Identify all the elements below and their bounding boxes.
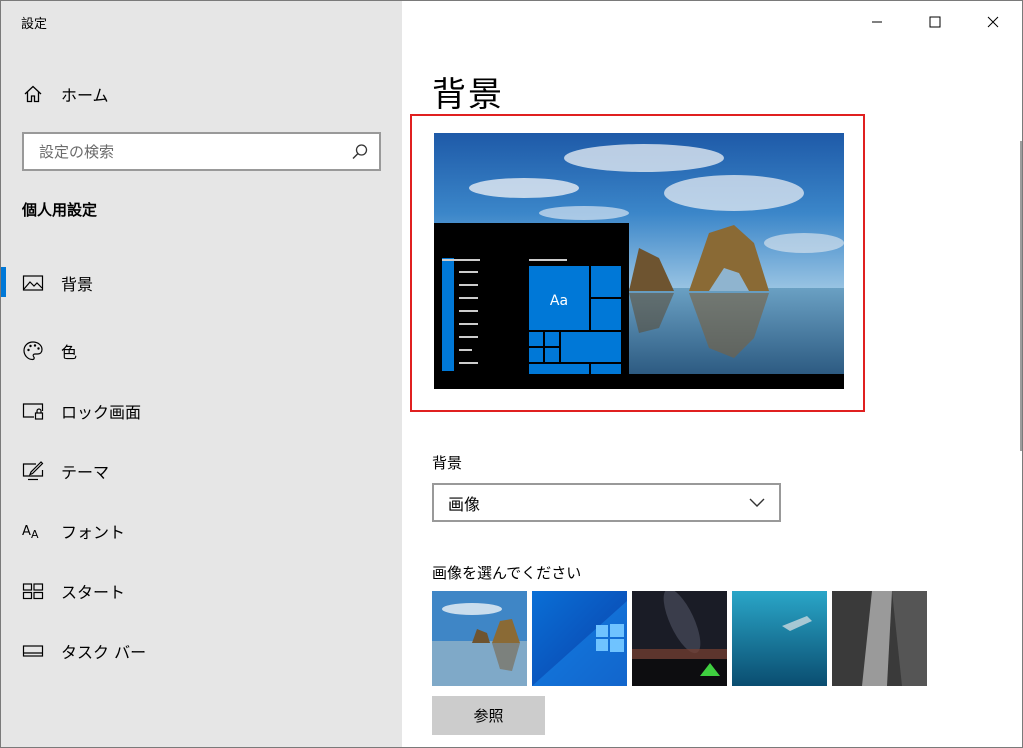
browse-button[interactable]: 参照: [432, 696, 545, 735]
sidebar-nav: 背景 色 ロック画面 テーマ A A フォント スタート タスク バー: [1, 261, 402, 681]
section-title: 個人用設定: [22, 201, 98, 219]
sidebar-item-theme[interactable]: テーマ: [1, 441, 402, 501]
palette-icon: [21, 339, 45, 363]
lock-screen-icon: [21, 399, 45, 423]
thumbnail-underwater[interactable]: [732, 591, 827, 686]
main-content: 背景 Aa 背景 画像 画像を選んでください 参照: [402, 1, 1022, 747]
picture-icon: [21, 271, 45, 295]
font-icon: AA: [21, 519, 45, 543]
close-icon: [987, 16, 999, 28]
background-label: 背景: [432, 454, 463, 472]
sidebar-item-color[interactable]: 色: [1, 321, 402, 381]
maximize-button[interactable]: [906, 1, 964, 43]
minimize-icon: [872, 21, 882, 23]
preview-highlight-frame: Aa: [410, 114, 865, 412]
search-box[interactable]: [22, 132, 381, 171]
sidebar-item-label: スタート: [61, 583, 126, 602]
search-icon[interactable]: [351, 143, 369, 161]
minimize-button[interactable]: [848, 1, 906, 43]
maximize-icon: [929, 16, 941, 28]
sidebar-item-lock-screen[interactable]: ロック画面: [1, 381, 402, 441]
sidebar-item-label: テーマ: [61, 463, 110, 482]
dropdown-value: 画像: [448, 494, 481, 514]
page-title: 背景: [432, 75, 504, 115]
chevron-down-icon: [749, 493, 765, 512]
theme-icon: [21, 459, 45, 483]
sidebar-item-label: タスク バー: [61, 643, 147, 662]
app-title: 設定: [21, 17, 48, 32]
settings-window: 設定 ホーム 個人用設定 背景: [0, 0, 1023, 748]
window-controls: [848, 1, 1022, 43]
sidebar-item-taskbar[interactable]: タスク バー: [1, 621, 402, 681]
home-label: ホーム: [61, 86, 109, 105]
choose-picture-label: 画像を選んでください: [432, 564, 582, 582]
thumbnail-rock[interactable]: [832, 591, 927, 686]
home-icon: [21, 82, 45, 106]
picture-thumbnails: [432, 591, 927, 686]
preview-tile-text: Aa: [550, 293, 568, 309]
sidebar-item-label: フォント: [61, 523, 126, 542]
svg-text:A: A: [22, 524, 31, 539]
sidebar-item-start[interactable]: スタート: [1, 561, 402, 621]
sidebar-item-label: 背景: [61, 275, 94, 294]
start-icon: [21, 579, 45, 603]
thumbnail-beach[interactable]: [432, 591, 527, 686]
background-preview: Aa: [434, 133, 844, 389]
thumbnail-windows[interactable]: [532, 591, 627, 686]
sidebar-item-font[interactable]: AA フォント: [1, 501, 402, 561]
svg-text:A: A: [31, 528, 39, 541]
search-input[interactable]: [39, 142, 351, 161]
thumbnail-night-sky[interactable]: [632, 591, 727, 686]
sidebar-item-label: 色: [61, 343, 78, 362]
home-link[interactable]: ホーム: [21, 81, 109, 107]
background-type-dropdown[interactable]: 画像: [432, 483, 781, 522]
sidebar: 設定 ホーム 個人用設定 背景: [1, 1, 402, 747]
close-button[interactable]: [964, 1, 1022, 43]
taskbar-icon: [21, 639, 45, 663]
sidebar-item-background[interactable]: 背景: [1, 261, 402, 305]
sidebar-item-label: ロック画面: [61, 403, 142, 422]
